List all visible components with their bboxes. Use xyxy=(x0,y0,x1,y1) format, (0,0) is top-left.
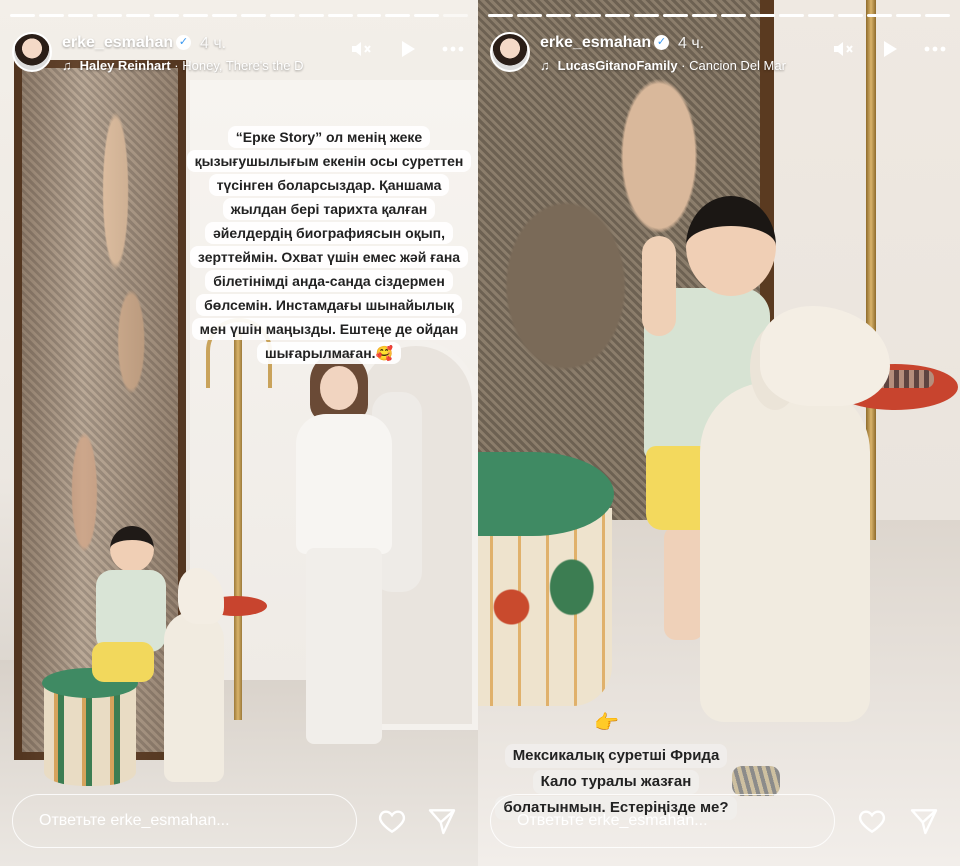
verified-badge-icon: ✓ xyxy=(176,35,191,50)
caption-line: Мексикалық суретші Фрида xyxy=(504,744,728,768)
more-dots-icon[interactable] xyxy=(922,36,948,62)
music-track: Cancion Del Mar xyxy=(689,58,786,73)
caption-line: қызығушылығым екенін осы суреттен xyxy=(186,150,472,172)
coat-stand xyxy=(234,330,242,720)
pointing-hand-sticker: 👉 xyxy=(594,712,619,734)
verified-badge-icon: ✓ xyxy=(654,35,669,50)
dog-sculpture xyxy=(164,568,230,782)
story-progress-bar xyxy=(488,14,950,17)
story-right[interactable]: erke_esmahan ✓ 4 ч. ♫ LucasGitanoFamily … xyxy=(478,0,960,866)
woman-figure xyxy=(292,352,402,744)
caption-line: “Ерке Story” ол менің жеке xyxy=(227,126,431,148)
post-time: 4 ч. xyxy=(678,35,705,52)
heart-icon[interactable] xyxy=(376,805,408,837)
speaker-muted-icon[interactable] xyxy=(830,36,856,62)
story-header: erke_esmahan ✓ 4 ч. ♫ Haley Reinhart · H… xyxy=(12,32,466,76)
dog-sculpture xyxy=(700,306,890,726)
caption-line: зерттеймін. Охват үшін емес жәй ғана xyxy=(189,246,469,268)
caption-line: әйелдердің биографиясын оқып, xyxy=(204,222,454,244)
avatar[interactable] xyxy=(12,32,52,72)
play-icon[interactable] xyxy=(394,36,420,62)
reply-input[interactable] xyxy=(490,794,835,848)
story-progress-bar xyxy=(10,14,468,17)
reply-bar xyxy=(490,794,948,848)
username[interactable]: erke_esmahan xyxy=(62,34,173,52)
caption-line: жылдан бері тарихта қалған xyxy=(222,198,436,220)
caption-line: білетінімді анда-санда сіздермен xyxy=(205,270,453,292)
caption-line: бөлсемін. Инстамдағы шынайылық xyxy=(196,294,462,316)
send-icon[interactable] xyxy=(908,805,940,837)
post-time: 4 ч. xyxy=(200,35,227,52)
reply-input[interactable] xyxy=(12,794,357,848)
music-label[interactable]: ♫ Haley Reinhart · Honey, There's the D xyxy=(62,58,342,73)
reply-bar xyxy=(12,794,466,848)
heart-icon[interactable] xyxy=(856,805,888,837)
music-track: Honey, There's the D xyxy=(182,58,304,73)
story-caption: “Ерке Story” ол менің жеке қызығушылығым… xyxy=(184,126,474,366)
story-controls xyxy=(348,36,466,62)
avatar[interactable] xyxy=(490,32,530,72)
music-note-icon: ♫ xyxy=(540,58,550,73)
music-note-icon: ♫ xyxy=(62,58,72,73)
caption-line: мен үшін маңызды. Ештеңе де ойдан xyxy=(191,318,467,340)
story-photo xyxy=(478,0,960,866)
speaker-muted-icon[interactable] xyxy=(348,36,374,62)
frida-ottoman xyxy=(478,452,614,720)
story-controls xyxy=(830,36,948,62)
music-artist: LucasGitanoFamily xyxy=(557,58,678,73)
caption-line: Кало туралы жазған xyxy=(532,770,700,794)
username[interactable]: erke_esmahan xyxy=(540,34,651,52)
send-icon[interactable] xyxy=(426,805,458,837)
caption-line: шығарылмаған.🥰 xyxy=(257,342,401,364)
music-separator: · xyxy=(681,58,690,73)
more-dots-icon[interactable] xyxy=(440,36,466,62)
story-header: erke_esmahan ✓ 4 ч. ♫ LucasGitanoFamily … xyxy=(490,32,948,76)
play-icon[interactable] xyxy=(876,36,902,62)
caption-line: түсінген боларсыздар. Қаншама xyxy=(208,174,450,196)
story-left[interactable]: erke_esmahan ✓ 4 ч. ♫ Haley Reinhart · H… xyxy=(0,0,478,866)
music-artist: Haley Reinhart xyxy=(79,58,171,73)
music-label[interactable]: ♫ LucasGitanoFamily · Cancion Del Mar xyxy=(540,58,812,73)
